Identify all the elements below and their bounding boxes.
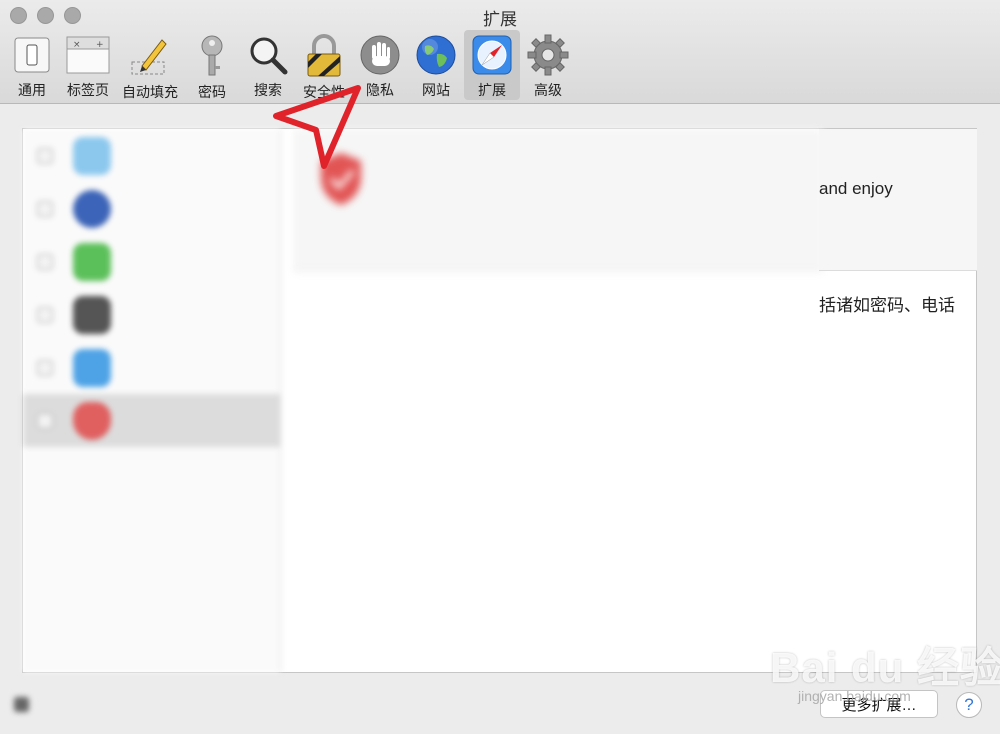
compass-icon bbox=[470, 34, 514, 76]
window-title: 扩展 bbox=[483, 10, 517, 29]
list-item[interactable] bbox=[23, 182, 280, 235]
tabs-icon: × + bbox=[66, 34, 110, 76]
extension-icon bbox=[73, 295, 111, 334]
tab-autofill-label: 自动填充 bbox=[122, 84, 178, 100]
enable-checkbox[interactable] bbox=[37, 147, 53, 164]
tab-tabs[interactable]: × + 标签页 bbox=[60, 30, 116, 100]
list-item[interactable] bbox=[23, 288, 280, 341]
extension-name bbox=[125, 360, 129, 376]
extension-name bbox=[125, 148, 129, 164]
annotation-arrow-icon bbox=[273, 85, 361, 169]
extension-detail-blurred bbox=[293, 129, 823, 672]
auto-update-option[interactable] bbox=[14, 690, 374, 718]
padlock-icon bbox=[302, 34, 346, 78]
tab-general-label: 通用 bbox=[18, 82, 46, 98]
auto-update-label bbox=[41, 696, 45, 712]
extension-permissions: 括诸如密码、电话 bbox=[819, 296, 955, 315]
svg-text:×: × bbox=[73, 40, 81, 50]
hand-icon bbox=[358, 34, 402, 76]
globe-icon bbox=[414, 34, 458, 76]
svg-text:+: + bbox=[96, 40, 104, 50]
extension-icon bbox=[73, 348, 111, 387]
extension-name bbox=[125, 413, 129, 429]
extension-icon bbox=[73, 136, 111, 175]
window-titlebar: 扩展 通用 × + 标签页 自动填充 密码 搜索 安全性 隐私 网站 扩展 高级 bbox=[0, 0, 1000, 104]
extension-icon bbox=[73, 242, 111, 281]
extension-name bbox=[125, 254, 129, 270]
list-item[interactable] bbox=[23, 394, 280, 447]
extension-icon bbox=[73, 189, 111, 228]
list-item[interactable] bbox=[23, 129, 280, 182]
tab-extensions[interactable]: 扩展 bbox=[464, 30, 520, 100]
tab-advanced-label: 高级 bbox=[534, 82, 562, 98]
more-extensions-button[interactable]: 更多扩展… bbox=[820, 690, 938, 718]
extensions-list bbox=[23, 129, 281, 672]
extensions-pane: and enjoy 括诸如密码、电话 bbox=[22, 128, 977, 673]
tab-passwords[interactable]: 密码 bbox=[184, 30, 240, 100]
help-button[interactable]: ? bbox=[956, 692, 982, 718]
tab-tabs-label: 标签页 bbox=[67, 82, 109, 98]
enable-checkbox[interactable] bbox=[37, 306, 53, 323]
extension-name bbox=[125, 201, 129, 217]
enable-checkbox[interactable] bbox=[37, 200, 53, 217]
enable-checkbox[interactable] bbox=[37, 412, 53, 429]
auto-update-checkbox[interactable] bbox=[14, 696, 29, 712]
extension-name bbox=[125, 307, 129, 323]
enable-checkbox[interactable] bbox=[37, 359, 53, 376]
tab-autofill[interactable]: 自动填充 bbox=[116, 30, 184, 100]
tab-general[interactable]: 通用 bbox=[4, 30, 60, 100]
tab-passwords-label: 密码 bbox=[198, 84, 226, 100]
list-item[interactable] bbox=[23, 235, 280, 288]
tab-extensions-label: 扩展 bbox=[478, 82, 506, 98]
key-icon bbox=[190, 34, 234, 78]
enable-checkbox[interactable] bbox=[37, 253, 53, 270]
magnifier-icon bbox=[246, 34, 290, 76]
tab-advanced[interactable]: 高级 bbox=[520, 30, 576, 100]
extension-icon bbox=[73, 401, 111, 440]
switch-icon bbox=[10, 34, 54, 76]
gear-icon bbox=[526, 34, 570, 76]
list-item[interactable] bbox=[23, 341, 280, 394]
extension-uninstall-button[interactable] bbox=[413, 233, 416, 247]
tab-websites[interactable]: 网站 bbox=[408, 30, 464, 100]
extension-description: and enjoy bbox=[819, 179, 893, 198]
pencil-icon bbox=[128, 34, 172, 78]
tab-websites-label: 网站 bbox=[422, 82, 450, 98]
extension-header-unblurred bbox=[819, 129, 977, 271]
